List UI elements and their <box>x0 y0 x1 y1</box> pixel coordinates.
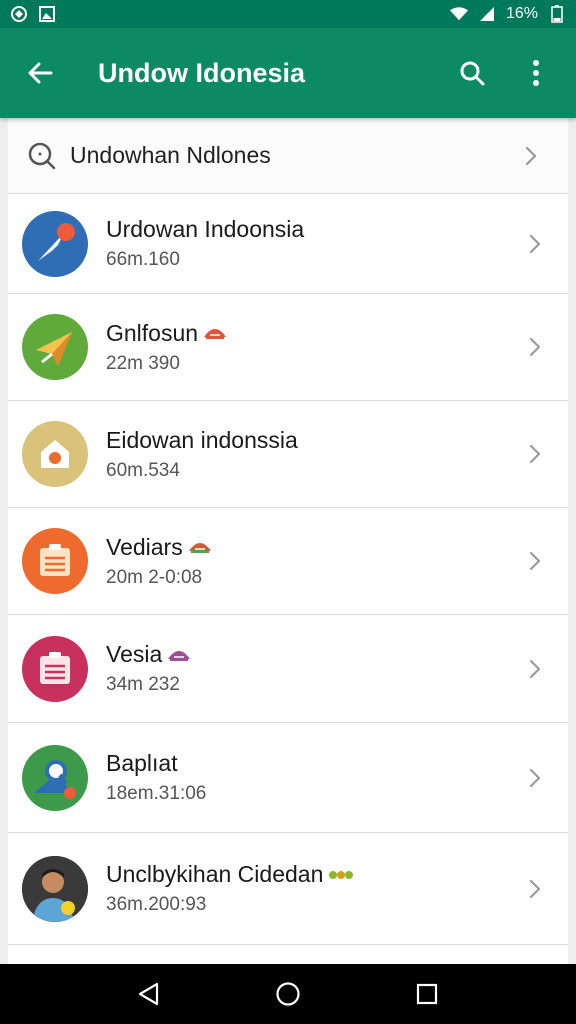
item-title: Unclbykihan Cidedan <box>106 861 520 888</box>
app-bar: Undow Idonesia <box>0 28 576 118</box>
item-subtitle: 20m 2-0:08 <box>106 566 203 588</box>
back-button[interactable] <box>18 51 62 95</box>
home-icon <box>22 421 88 487</box>
list-item[interactable]: Unclbykihan Cidedan 36m.200:93 <box>8 833 568 945</box>
list-item[interactable]: Eidowan indonssia 60m.534 <box>8 401 568 508</box>
nav-home-icon <box>276 982 300 1006</box>
arrow-left-icon <box>28 62 53 84</box>
list-item[interactable]: Baplıat 18em.31:06 <box>8 723 568 833</box>
item-title: Gnlfosun <box>106 320 520 347</box>
paper-plane-icon <box>22 314 88 380</box>
item-title: Baplıat <box>106 750 178 776</box>
item-text: Urdowan Indoonsia 66m.160 <box>106 216 520 271</box>
item-title: Vediars <box>106 534 520 561</box>
location-pin-icon <box>22 744 88 811</box>
search-icon <box>460 61 485 86</box>
item-text: Vesia 34m 232 <box>106 641 520 696</box>
item-text: Baplıat 18em.31:06 <box>106 750 520 805</box>
search-input[interactable]: Undowhan Ndlones <box>70 142 516 169</box>
nav-back-button[interactable] <box>129 974 169 1014</box>
overflow-menu-button[interactable] <box>514 51 558 95</box>
item-subtitle: 22m 390 <box>106 352 180 374</box>
status-left <box>10 5 56 23</box>
list-item[interactable]: Vesia 34m 232 <box>8 615 568 723</box>
item-title: Eidowan indonssia <box>106 426 298 453</box>
nav-home-button[interactable] <box>268 974 308 1014</box>
chevron-right-icon <box>520 763 550 793</box>
nav-recents-button[interactable] <box>407 974 447 1014</box>
status-right: 16% <box>449 5 566 23</box>
item-text: Gnlfosun 22m 390 <box>106 320 520 375</box>
image-notification-icon <box>38 5 56 23</box>
item-subtitle: 34m 232 <box>106 674 180 695</box>
item-subtitle: 18em.31:06 <box>106 783 207 804</box>
content-panel: Undowhan Ndlones Urdowan Indoonsia 66m.1… <box>8 118 568 964</box>
clipboard-icon <box>22 528 88 594</box>
chevron-right-icon <box>520 546 550 576</box>
list-item[interactable]: Vediars 20m 2-0:08 <box>8 508 568 615</box>
item-subtitle: 66m.160 <box>106 249 180 270</box>
compass-icon <box>22 210 88 277</box>
chevron-right-icon <box>520 654 550 684</box>
status-bar: 16% <box>0 0 576 28</box>
item-text: Unclbykihan Cidedan 36m.200:93 <box>106 861 520 916</box>
signal-icon <box>478 5 496 23</box>
status-badge-icon <box>168 650 191 661</box>
navigation-bar <box>0 964 576 1024</box>
clipboard-icon <box>22 635 88 702</box>
status-badge-icon <box>204 329 227 339</box>
item-subtitle: 60m.534 <box>106 459 180 481</box>
list-item[interactable]: Urdowan Indoonsia 66m.160 <box>8 194 568 294</box>
item-title: Urdowan Indoonsia <box>106 216 305 242</box>
chevron-right-icon <box>520 874 550 904</box>
search-icon <box>26 140 58 172</box>
battery-percentage: 16% <box>505 5 538 22</box>
nav-back-icon <box>139 982 159 1006</box>
more-vert-icon <box>533 60 539 86</box>
chevron-right-icon <box>520 229 550 259</box>
item-subtitle: 36m.200:93 <box>106 894 207 915</box>
page-title: Undow Idonesia <box>98 57 306 88</box>
list-item[interactable]: Gnlfosun 22m 390 <box>8 294 568 401</box>
search-button[interactable] <box>450 51 494 95</box>
nav-recents-icon <box>416 983 437 1005</box>
chevron-right-icon <box>516 141 546 171</box>
app-notification-icon <box>10 5 28 23</box>
status-badge-icon <box>329 870 354 879</box>
item-title: Vesia <box>106 641 520 668</box>
chevron-right-icon <box>520 332 550 362</box>
status-badge-icon <box>188 543 211 553</box>
item-text: Eidowan indonssia 60m.534 <box>106 427 520 482</box>
item-text: Vediars 20m 2-0:08 <box>106 534 520 589</box>
person-avatar-icon <box>22 855 88 922</box>
wifi-icon <box>449 5 468 23</box>
chevron-right-icon <box>520 439 550 469</box>
battery-icon <box>548 5 566 23</box>
search-row[interactable]: Undowhan Ndlones <box>8 118 568 194</box>
